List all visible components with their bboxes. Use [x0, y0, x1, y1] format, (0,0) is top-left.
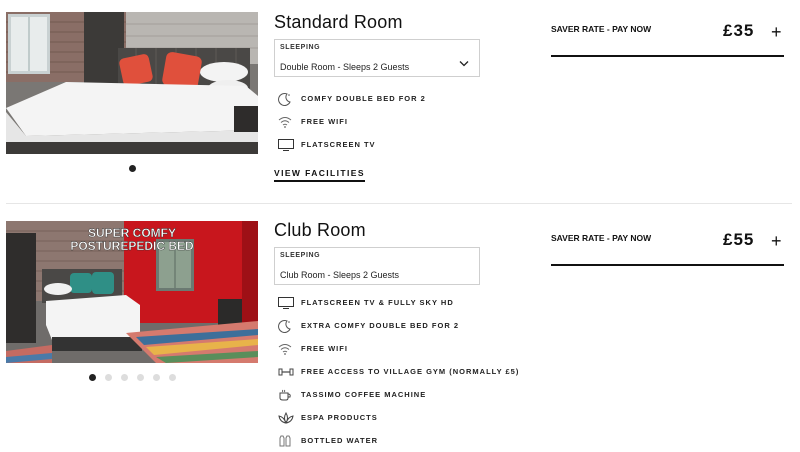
- feature-item: ESPA PRODUCTS: [278, 406, 519, 429]
- feature-item: EXTRA COMFY DOUBLE BED FOR 2: [278, 314, 519, 337]
- view-facilities-link[interactable]: VIEW FACILITIES: [274, 168, 365, 182]
- rate-price: £35: [723, 21, 755, 40]
- club-room-image: SUPER COMFY POSTUREPEDIC BED: [6, 221, 258, 363]
- feature-item: FREE ACCESS TO VILLAGE GYM (NORMALLY £5): [278, 360, 519, 383]
- room-divider: [6, 203, 792, 204]
- feature-text: ESPA PRODUCTS: [301, 413, 378, 422]
- moon-icon: [278, 318, 296, 334]
- room-photo[interactable]: [6, 12, 258, 154]
- tv-icon: [278, 137, 296, 153]
- carousel-dot[interactable]: [137, 374, 144, 381]
- feature-item: COMFY DOUBLE BED FOR 2: [278, 87, 426, 110]
- sleeping-label: SLEEPING: [280, 252, 321, 259]
- lotus-icon: [278, 410, 296, 426]
- coffee-cup-icon: [278, 387, 296, 403]
- feature-item: BOTTLED WATER: [278, 429, 519, 452]
- room-title: Club Room: [274, 220, 366, 240]
- sleeping-label: SLEEPING: [280, 44, 321, 51]
- carousel-dot[interactable]: [169, 374, 176, 381]
- room-card-standard: Standard Room SLEEPING Double Room - Sle…: [0, 0, 800, 200]
- wifi-icon: [278, 114, 296, 130]
- sleeping-value: Club Room - Sleeps 2 Guests: [280, 270, 400, 280]
- rate-divider: [551, 55, 784, 57]
- carousel-dots: [129, 165, 136, 172]
- feature-text: TASSIMO COFFEE MACHINE: [301, 390, 427, 399]
- moon-icon: [278, 91, 296, 107]
- rate-price: £55: [723, 230, 755, 249]
- chevron-down-icon: [459, 61, 469, 67]
- carousel-dot[interactable]: [89, 374, 96, 381]
- rate-label: SAVER RATE - PAY NOW: [551, 24, 652, 34]
- carousel-dot[interactable]: [153, 374, 160, 381]
- add-rate-button[interactable]: +: [771, 231, 782, 252]
- feature-item: FLATSCREEN TV & FULLY SKY HD: [278, 291, 519, 314]
- feature-text: FREE WIFI: [301, 344, 348, 353]
- standard-room-image: [6, 12, 258, 154]
- feature-text: FREE WIFI: [301, 117, 348, 126]
- sleeping-value: Double Room - Sleeps 2 Guests: [280, 62, 410, 72]
- feature-item: FREE WIFI: [278, 337, 519, 360]
- feature-list: FLATSCREEN TV & FULLY SKY HD EXTRA COMFY…: [278, 291, 519, 452]
- sleeping-select[interactable]: SLEEPING Double Room - Sleeps 2 Guests: [274, 39, 480, 77]
- feature-item: FLATSCREEN TV: [278, 133, 426, 156]
- tv-icon: [278, 295, 296, 311]
- feature-text: COMFY DOUBLE BED FOR 2: [301, 94, 426, 103]
- sleeping-select: SLEEPING Club Room - Sleeps 2 Guests: [274, 247, 480, 285]
- carousel-dot[interactable]: [121, 374, 128, 381]
- photo-overlay-line2: POSTUREPEDIC BED: [70, 239, 194, 253]
- feature-text: FLATSCREEN TV: [301, 140, 376, 149]
- rate-divider: [551, 264, 784, 266]
- feature-item: FREE WIFI: [278, 110, 426, 133]
- feature-list: COMFY DOUBLE BED FOR 2 FREE WIFI FLATSCR…: [278, 87, 426, 156]
- rate-label: SAVER RATE - PAY NOW: [551, 233, 652, 243]
- carousel-dots: [89, 374, 176, 381]
- room-photo[interactable]: SUPER COMFY POSTUREPEDIC BED: [6, 221, 258, 363]
- feature-item: TASSIMO COFFEE MACHINE: [278, 383, 519, 406]
- wifi-icon: [278, 341, 296, 357]
- dumbbell-icon: [278, 364, 296, 380]
- bottles-icon: [278, 433, 296, 449]
- room-card-club: SUPER COMFY POSTUREPEDIC BED Club Room S…: [0, 210, 800, 452]
- photo-overlay-line1: SUPER COMFY: [88, 226, 176, 240]
- feature-text: EXTRA COMFY DOUBLE BED FOR 2: [301, 321, 460, 330]
- room-title: Standard Room: [274, 12, 403, 32]
- add-rate-button[interactable]: +: [771, 22, 782, 43]
- carousel-dot[interactable]: [129, 165, 136, 172]
- carousel-dot[interactable]: [105, 374, 112, 381]
- feature-text: FLATSCREEN TV & FULLY SKY HD: [301, 298, 454, 307]
- feature-text: BOTTLED WATER: [301, 436, 379, 445]
- feature-text: FREE ACCESS TO VILLAGE GYM (NORMALLY £5): [301, 367, 520, 376]
